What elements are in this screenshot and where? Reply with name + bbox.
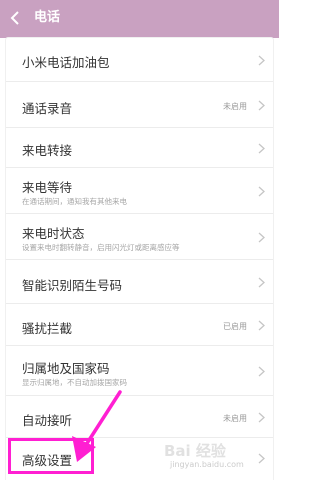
setting-label: 自动接听 [22,413,73,428]
setting-status: 已启用 [223,322,247,331]
chevron-right-icon [258,366,265,377]
chevron-left-icon [10,11,19,25]
settings-list: 小米电话加油包 通话录音 未启用 来电转接 来电等待 在通话期间，通知我有其他来… [6,38,273,480]
setting-row-data-pack[interactable]: 小米电话加油包 [6,38,273,82]
chevron-right-icon [258,232,265,243]
setting-row-call-waiting[interactable]: 来电等待 在通话期间，通知我有其他来电 [6,168,273,214]
setting-row-advanced-settings[interactable]: 高级设置 [6,438,273,480]
setting-label: 来电转接 [22,143,73,158]
chevron-right-icon [258,412,265,423]
back-button[interactable] [0,0,30,36]
setting-description: 设置来电时翻转静音，启用闪光灯或距离感应等 [22,243,180,252]
setting-description: 在通话期间，通知我有其他来电 [22,197,127,206]
chevron-right-icon [258,100,265,111]
setting-label: 来电等待 [22,180,73,195]
phone-settings-screen: 电话 小米电话加油包 通话录音 未启用 来电转接 来电等待 在通话期间，通知我有… [0,0,279,480]
setting-row-unknown-number-id[interactable]: 智能识别陌生号码 [6,260,273,304]
setting-label: 归属地及国家码 [22,361,110,376]
chevron-right-icon [258,186,265,197]
setting-label: 小米电话加油包 [22,55,110,70]
chevron-right-icon [258,143,265,154]
setting-row-auto-answer[interactable]: 自动接听 未启用 [6,396,273,438]
setting-label: 骚扰拦截 [22,321,73,336]
setting-status: 未启用 [223,102,247,111]
app-header: 电话 [0,0,279,38]
setting-label: 智能识别陌生号码 [22,278,123,293]
setting-label: 通话录音 [22,101,73,116]
chevron-right-icon [258,453,265,464]
page-title: 电话 [34,10,61,25]
setting-row-location-country-code[interactable]: 归属地及国家码 显示归属地，不自动加拨国家码 [6,346,273,396]
setting-description: 显示归属地，不自动加拨国家码 [22,378,127,387]
chevron-right-icon [258,55,265,66]
setting-label: 来电时状态 [22,226,85,241]
setting-row-incoming-call-status[interactable]: 来电时状态 设置来电时翻转静音，启用闪光灯或距离感应等 [6,214,273,260]
setting-row-call-forwarding[interactable]: 来电转接 [6,128,273,168]
setting-status: 未启用 [223,414,247,423]
setting-row-call-recording[interactable]: 通话录音 未启用 [6,82,273,128]
setting-label: 高级设置 [22,453,73,468]
chevron-right-icon [258,320,265,331]
setting-row-spam-blocking[interactable]: 骚扰拦截 已启用 [6,304,273,346]
chevron-right-icon [258,277,265,288]
